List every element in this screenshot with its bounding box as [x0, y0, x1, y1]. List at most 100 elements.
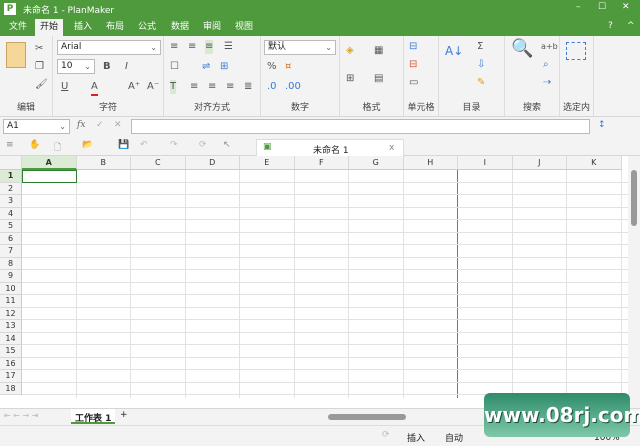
merge-cells-icon[interactable]: ⊞: [220, 60, 228, 74]
accept-icon[interactable]: ✓: [96, 120, 104, 130]
increase-decimal-icon[interactable]: .0: [267, 80, 277, 94]
font-color-button[interactable]: A: [91, 80, 98, 96]
formula-expand-icon[interactable]: ↕: [598, 120, 606, 130]
add-sheet-button[interactable]: +: [120, 410, 128, 420]
tab-file[interactable]: 文件: [4, 19, 32, 36]
select-all-corner[interactable]: [0, 156, 22, 170]
minimize-button[interactable]: –: [576, 2, 581, 12]
row-header[interactable]: 7: [0, 245, 22, 258]
row-header[interactable]: 13: [0, 320, 22, 333]
sort-filter-icon[interactable]: A↓: [445, 44, 463, 58]
sheet-nav-icons[interactable]: ⇤ ← → ⇥: [4, 411, 38, 420]
collapse-ribbon-button[interactable]: ^: [627, 21, 635, 31]
row-header[interactable]: 11: [0, 295, 22, 308]
row-header[interactable]: 12: [0, 307, 22, 320]
row-header[interactable]: 1: [0, 170, 22, 183]
formula-input[interactable]: [131, 119, 590, 134]
column-header[interactable]: F: [294, 156, 349, 170]
help-button[interactable]: ?: [608, 21, 613, 31]
column-header[interactable]: A: [22, 156, 77, 170]
row-header[interactable]: 9: [0, 270, 22, 283]
table-style-icon[interactable]: ▤: [374, 72, 383, 86]
grow-font-icon[interactable]: A⁺: [128, 80, 140, 94]
align-center-icon[interactable]: ≡: [208, 80, 216, 94]
repeat-icon[interactable]: ⟳: [199, 140, 207, 150]
border-icon[interactable]: ☐: [170, 60, 179, 74]
wrap-text-icon[interactable]: ⇌: [202, 60, 210, 74]
active-cell[interactable]: [22, 170, 77, 183]
vertical-scroll-thumb[interactable]: [631, 170, 637, 226]
italic-button[interactable]: I: [125, 60, 128, 74]
column-header[interactable]: D: [185, 156, 240, 170]
row-header[interactable]: 4: [0, 207, 22, 220]
redo-icon[interactable]: ↷: [170, 140, 178, 150]
close-button[interactable]: ✕: [622, 2, 630, 12]
currency-icon[interactable]: ¤: [285, 60, 291, 74]
row-header[interactable]: 14: [0, 332, 22, 345]
cancel-icon[interactable]: ✕: [114, 120, 122, 130]
tab-home[interactable]: 开始: [35, 19, 64, 36]
function-button[interactable]: fx: [77, 120, 85, 130]
text-orientation-icon[interactable]: T: [170, 80, 177, 94]
align-left-icon[interactable]: ≡: [190, 80, 198, 94]
conditional-format-icon[interactable]: ▦: [374, 44, 383, 58]
column-header[interactable]: I: [458, 156, 513, 170]
document-tab[interactable]: ▣ 未命名 1 x: [256, 139, 404, 156]
spreadsheet-grid[interactable]: A B C D E F G H I J K 1 2 3 4 5 6 7 8 9 10 11 12 13 14 15 16 17 18: [0, 156, 628, 398]
replace-button[interactable]: a+b: [541, 40, 558, 54]
shrink-font-icon[interactable]: A⁻: [147, 80, 159, 94]
column-header[interactable]: B: [76, 156, 131, 170]
open-folder-icon[interactable]: 📂: [82, 140, 93, 150]
copy-icon[interactable]: ❐: [35, 60, 44, 74]
tab-view[interactable]: 视图: [230, 19, 258, 36]
row-header[interactable]: 5: [0, 220, 22, 233]
vertical-scrollbar[interactable]: [628, 156, 640, 408]
tab-layout[interactable]: 布局: [101, 19, 129, 36]
row-header[interactable]: 8: [0, 257, 22, 270]
insert-mode[interactable]: 插入: [407, 431, 425, 444]
format-painter-icon[interactable]: 🖌: [35, 78, 48, 92]
font-size-select[interactable]: 10 ⌄: [57, 59, 95, 74]
close-tab-button[interactable]: x: [389, 143, 394, 153]
goto-icon[interactable]: ⇢: [543, 76, 551, 90]
row-header[interactable]: 15: [0, 345, 22, 358]
sheet-tab[interactable]: 工作表 1: [71, 409, 116, 424]
align-right-icon[interactable]: ≡: [226, 80, 234, 94]
column-header[interactable]: K: [567, 156, 622, 170]
row-header[interactable]: 3: [0, 195, 22, 208]
align-middle-icon[interactable]: ≡: [188, 40, 196, 54]
row-header[interactable]: 17: [0, 370, 22, 383]
align-bottom-icon[interactable]: ≡: [205, 40, 214, 54]
cell-format-icon[interactable]: ▭: [409, 76, 418, 90]
underline-button[interactable]: U: [61, 80, 68, 94]
fill-color-icon[interactable]: ◈: [346, 44, 354, 58]
column-header[interactable]: C: [131, 156, 186, 170]
tab-review[interactable]: 审阅: [198, 19, 226, 36]
cell-reference-box[interactable]: A1 ⌄: [3, 119, 70, 134]
bold-button[interactable]: B: [103, 60, 111, 74]
find-next-icon[interactable]: ⌕: [543, 58, 549, 72]
new-file-icon[interactable]: 🗋: [54, 140, 61, 156]
cut-icon[interactable]: ✂: [35, 42, 43, 56]
row-header[interactable]: 2: [0, 182, 22, 195]
align-top-icon[interactable]: ≡: [170, 40, 178, 54]
percent-button[interactable]: %: [267, 60, 277, 74]
tab-data[interactable]: 数据: [166, 19, 194, 36]
insert-cells-icon[interactable]: ⊟: [409, 40, 417, 54]
column-header[interactable]: E: [240, 156, 295, 170]
search-icon[interactable]: 🔍: [511, 40, 533, 58]
save-icon[interactable]: 💾: [118, 140, 129, 150]
justify-icon[interactable]: ≣: [244, 80, 252, 94]
undo-icon[interactable]: ↶: [140, 140, 148, 150]
column-header[interactable]: G: [349, 156, 404, 170]
row-header[interactable]: 18: [0, 382, 22, 395]
delete-cells-icon[interactable]: ⊟: [409, 58, 417, 72]
number-format-select[interactable]: 默认 ⌄: [264, 40, 336, 55]
column-header[interactable]: J: [512, 156, 567, 170]
font-name-select[interactable]: Arial ⌄: [57, 40, 161, 55]
hand-icon[interactable]: ✋: [29, 140, 40, 150]
horizontal-scroll-thumb[interactable]: [328, 414, 406, 420]
paste-icon[interactable]: [6, 42, 26, 68]
decrease-decimal-icon[interactable]: .00: [285, 80, 301, 94]
clear-icon[interactable]: ✎: [477, 76, 485, 90]
